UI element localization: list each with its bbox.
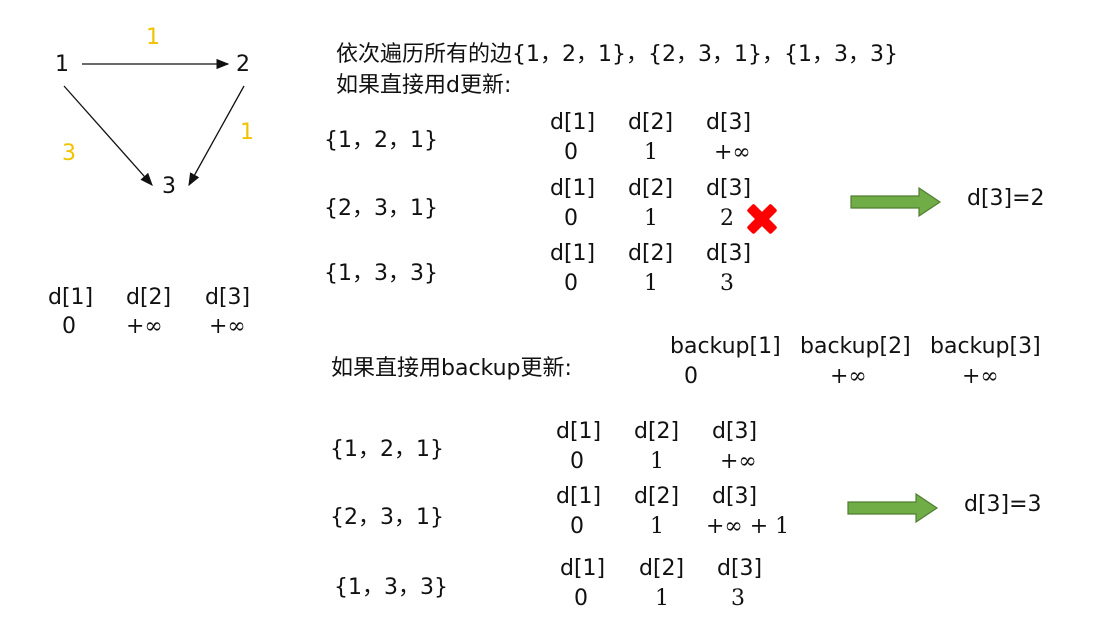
b-row2-h1: d[1] — [556, 484, 602, 509]
init-header-3: d[3] — [205, 285, 251, 310]
b-row3-v1: 0 — [574, 586, 588, 611]
backup-header-1: backup[1] — [670, 334, 781, 359]
d-row1-h1: d[1] — [550, 110, 596, 135]
b-row3-h1: d[1] — [560, 556, 606, 581]
result-d: d[3]=2 — [967, 186, 1045, 211]
b-row1-h3: d[3] — [712, 419, 758, 444]
b-row3-h3: d[3] — [717, 556, 763, 581]
edge-label-d-1: {1，2，1} — [324, 128, 438, 153]
backup-value-1: 0 — [684, 364, 698, 389]
backup-value-3: +∞ — [962, 364, 999, 389]
intro-line-2: 如果直接用d更新: — [336, 73, 512, 98]
edge-label-b-3: {1，3，3} — [334, 575, 448, 600]
b-row1-h1: d[1] — [556, 419, 602, 444]
init-header-1: d[1] — [48, 285, 94, 310]
init-value-2: +∞ — [126, 314, 163, 339]
d-row1-h2: d[2] — [628, 110, 674, 135]
d-row2-h1: d[1] — [550, 176, 596, 201]
b-row2-v3: +∞ + 1 — [706, 514, 790, 539]
backup-value-2: +∞ — [830, 364, 867, 389]
d-row1-v3: +∞ — [714, 140, 751, 165]
edge-1-3 — [63, 85, 153, 186]
node-3: 3 — [162, 174, 176, 199]
edge-label-b-2: {2，3，1} — [330, 505, 444, 530]
edge-2-3 — [188, 85, 245, 187]
d-row3-v1: 0 — [564, 271, 578, 296]
d-row2-v3: 2 — [720, 206, 734, 231]
intro-line-1: 依次遍历所有的边{1，2，1}，{2，3，1}，{1，3，3} — [336, 42, 898, 67]
d-row2-h3: d[3] — [706, 176, 752, 201]
b-row1-v3: +∞ — [720, 449, 757, 474]
d-row3-v2: 1 — [644, 271, 658, 296]
edge-weight-1-3: 3 — [62, 141, 76, 166]
d-row3-h2: d[2] — [628, 241, 674, 266]
backup-header-3: backup[3] — [930, 334, 1041, 359]
b-row1-v2: 1 — [650, 449, 664, 474]
cross-icon — [747, 204, 777, 234]
result-arrow-1 — [850, 186, 942, 218]
edge-weight-2-3: 1 — [240, 120, 254, 145]
b-row3-v2: 1 — [655, 586, 669, 611]
result-backup: d[3]=3 — [964, 492, 1042, 517]
d-row1-h3: d[3] — [706, 110, 752, 135]
d-row1-v2: 1 — [644, 140, 658, 165]
node-2: 2 — [236, 52, 250, 77]
d-row3-v3: 3 — [720, 271, 734, 296]
b-row1-v1: 0 — [570, 449, 584, 474]
edge-label-d-2: {2，3，1} — [324, 196, 438, 221]
init-header-2: d[2] — [126, 285, 172, 310]
edge-weight-1-2: 1 — [146, 25, 160, 50]
d-row3-h1: d[1] — [550, 241, 596, 266]
backup-header-2: backup[2] — [800, 334, 911, 359]
b-row2-h3: d[3] — [712, 484, 758, 509]
graph-edges — [63, 58, 942, 524]
b-row3-h2: d[2] — [639, 556, 685, 581]
node-1: 1 — [55, 52, 69, 77]
result-arrow-2 — [847, 492, 939, 524]
d-row2-h2: d[2] — [628, 176, 674, 201]
b-row2-v2: 1 — [650, 514, 664, 539]
b-row1-h2: d[2] — [634, 419, 680, 444]
b-row2-h2: d[2] — [634, 484, 680, 509]
init-value-3: +∞ — [209, 314, 246, 339]
b-row3-v3: 3 — [731, 586, 745, 611]
d-row3-h3: d[3] — [706, 241, 752, 266]
edge-label-d-3: {1，3，3} — [324, 261, 438, 286]
d-row2-v1: 0 — [564, 206, 578, 231]
b-row2-v1: 0 — [570, 514, 584, 539]
init-value-1: 0 — [62, 314, 76, 339]
d-row2-v2: 1 — [644, 206, 658, 231]
edge-label-b-1: {1，2，1} — [330, 437, 444, 462]
d-row1-v1: 0 — [564, 140, 578, 165]
backup-title: 如果直接用backup更新: — [331, 356, 572, 381]
